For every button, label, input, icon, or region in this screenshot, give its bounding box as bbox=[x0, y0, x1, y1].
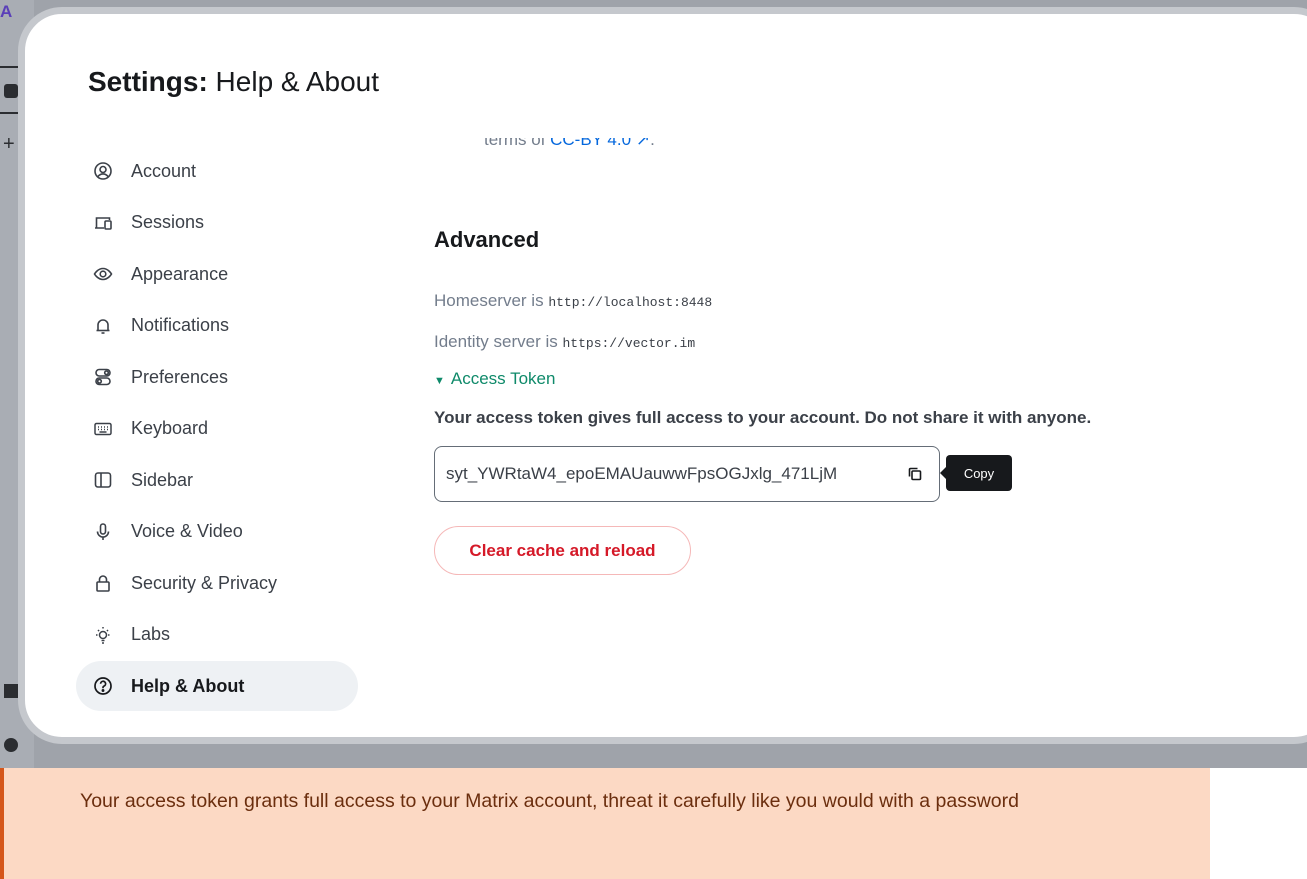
account-icon bbox=[92, 160, 114, 182]
clear-cache-button[interactable]: Clear cache and reload bbox=[434, 526, 691, 575]
access-token-value[interactable]: syt_YWRtaW4_epoEMAUauwwFpsOGJxlg_471LjM bbox=[446, 464, 837, 484]
nav-item-label: Help & About bbox=[131, 675, 245, 696]
access-token-field: syt_YWRtaW4_epoEMAUauwwFpsOGJxlg_471LjM bbox=[434, 446, 940, 502]
external-link-icon: ↗ bbox=[635, 138, 651, 149]
quick-settings-icon[interactable] bbox=[4, 738, 18, 752]
license-suffix: . bbox=[650, 138, 655, 149]
dialog-title: Settings: Help & About bbox=[88, 66, 379, 98]
eye-icon bbox=[92, 263, 114, 285]
nav-item-label: Labs bbox=[131, 624, 171, 644]
advanced-heading: Advanced bbox=[434, 227, 540, 252]
nav-item-sidebar[interactable]: Sidebar bbox=[76, 455, 358, 505]
nav-item-security-privacy[interactable]: Security & Privacy bbox=[76, 558, 358, 608]
copy-tooltip: Copy bbox=[940, 455, 1012, 491]
settings-nav: Account Sessions Appearance Notification… bbox=[76, 146, 358, 713]
dialog-title-prefix: Settings: bbox=[88, 66, 208, 97]
nav-item-label: Voice & Video bbox=[131, 521, 243, 541]
sidebar-icon bbox=[92, 469, 114, 491]
lock-icon bbox=[92, 572, 114, 594]
microphone-icon bbox=[92, 521, 114, 543]
expanded-triangle-icon: ▼ bbox=[434, 375, 445, 387]
space-avatar-letter: A bbox=[0, 2, 13, 21]
access-token-toggle[interactable]: ▼ Access Token bbox=[434, 369, 555, 389]
nav-item-preferences[interactable]: Preferences bbox=[76, 352, 358, 402]
access-token-toggle-label: Access Token bbox=[450, 369, 556, 388]
nav-item-voice-video[interactable]: Voice & Video bbox=[76, 507, 358, 557]
nav-item-keyboard[interactable]: Keyboard bbox=[76, 404, 358, 454]
lightbulb-icon bbox=[92, 624, 114, 646]
help-icon bbox=[92, 675, 114, 697]
homeserver-label: Homeserver is bbox=[434, 291, 544, 310]
nav-item-label: Sidebar bbox=[131, 469, 194, 490]
home-icon[interactable] bbox=[4, 84, 18, 98]
nav-item-labs[interactable]: Labs bbox=[76, 610, 358, 660]
license-line: terms of CC-BY 4.0 ↗. bbox=[434, 138, 834, 160]
nav-item-account[interactable]: Account bbox=[76, 146, 358, 196]
license-link[interactable]: CC-BY 4.0 ↗ bbox=[550, 138, 650, 149]
nav-item-label: Notifications bbox=[131, 315, 230, 335]
nav-item-label: Keyboard bbox=[131, 418, 209, 438]
access-token-warning: Your access token gives full access to y… bbox=[434, 408, 1092, 427]
add-space-icon[interactable]: + bbox=[3, 134, 15, 154]
homeserver-url: http://localhost:8448 bbox=[548, 295, 713, 310]
nav-item-label: Account bbox=[131, 160, 197, 181]
identity-server-url: https://vector.im bbox=[562, 336, 696, 351]
nav-item-notifications[interactable]: Notifications bbox=[76, 301, 358, 351]
nav-item-appearance[interactable]: Appearance bbox=[76, 249, 358, 299]
threads-icon[interactable] bbox=[4, 684, 18, 698]
nav-item-label: Sessions bbox=[131, 212, 205, 232]
devices-icon bbox=[92, 212, 114, 234]
nav-item-help-about[interactable]: Help & About bbox=[76, 661, 358, 711]
keyboard-icon bbox=[92, 418, 114, 440]
homeserver-line: Homeserver is http://localhost:8448 bbox=[434, 291, 712, 311]
copy-icon[interactable] bbox=[905, 464, 925, 484]
bell-icon bbox=[92, 315, 114, 337]
nav-item-label: Preferences bbox=[131, 366, 229, 387]
license-prefix: terms of bbox=[484, 138, 551, 149]
dialog-title-section: Help & About bbox=[207, 66, 380, 97]
license-link-label: CC-BY 4.0 bbox=[550, 138, 632, 149]
toggles-icon bbox=[92, 366, 114, 388]
nav-item-label: Security & Privacy bbox=[131, 572, 278, 593]
access-token-callout: Your access token grants full access to … bbox=[0, 768, 1210, 879]
identity-server-line: Identity server is https://vector.im bbox=[434, 332, 695, 352]
nav-item-label: Appearance bbox=[131, 263, 229, 284]
identity-server-label: Identity server is bbox=[434, 332, 558, 351]
nav-item-sessions[interactable]: Sessions bbox=[76, 198, 358, 248]
